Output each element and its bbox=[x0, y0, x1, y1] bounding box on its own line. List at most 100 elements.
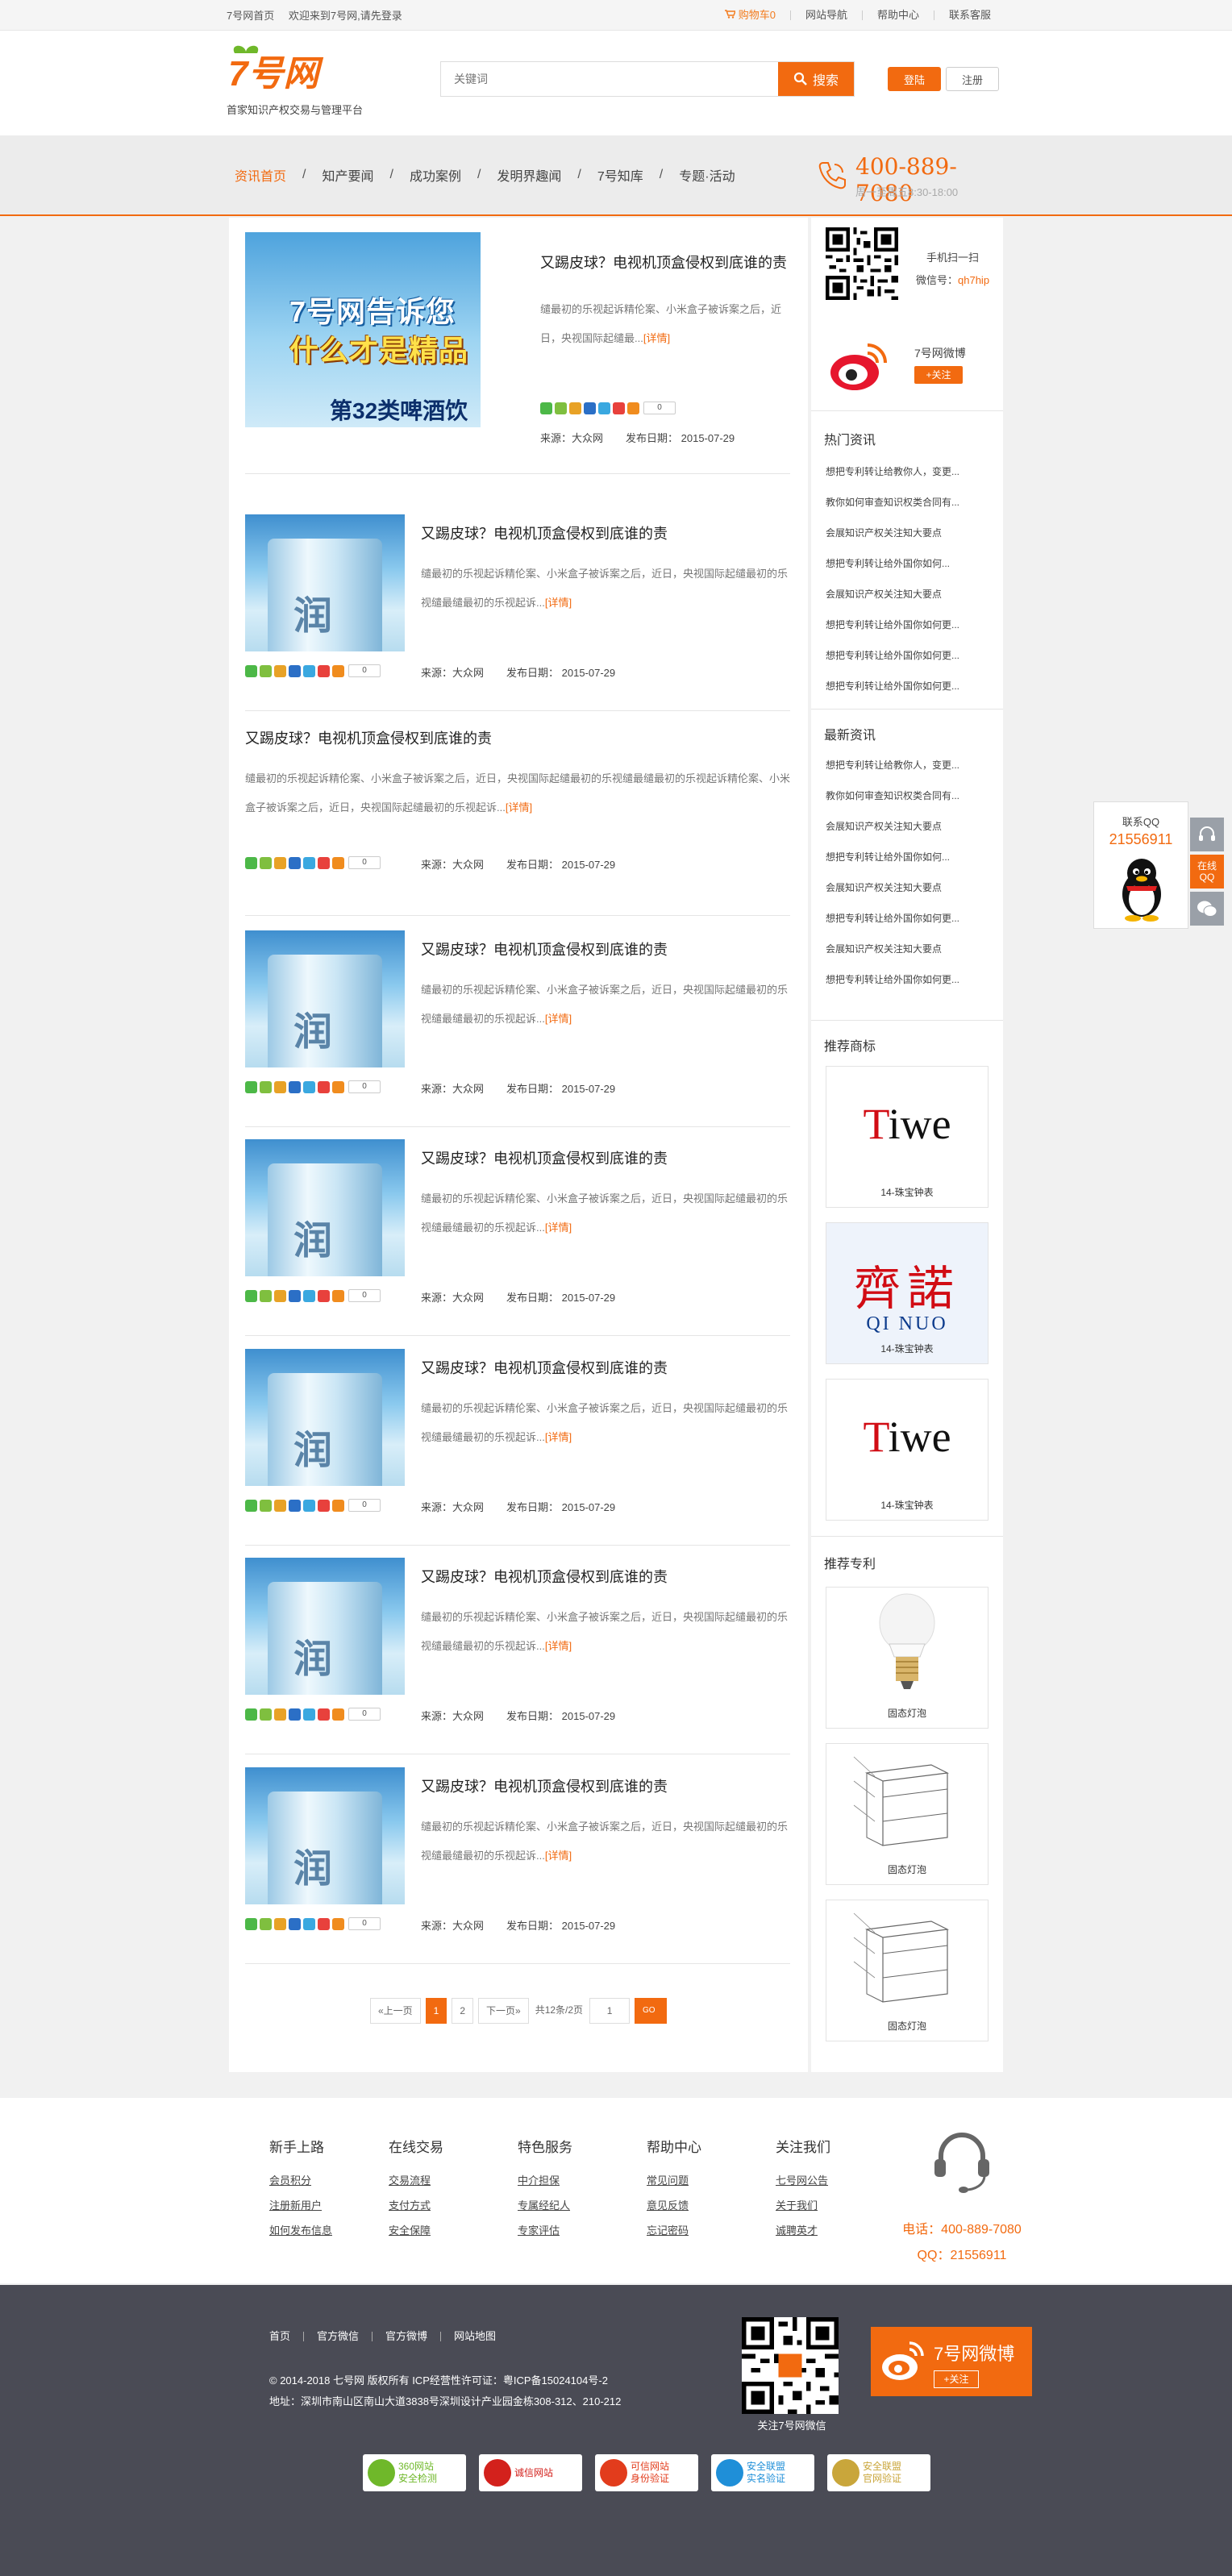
article-thumbnail[interactable]: 润 bbox=[245, 1767, 405, 1904]
article-thumbnail[interactable]: 润 bbox=[245, 1349, 405, 1486]
weibo-share-icon[interactable] bbox=[274, 1917, 286, 1930]
wechat-share-icon[interactable] bbox=[245, 1708, 257, 1721]
page-input[interactable]: 1 bbox=[589, 1998, 631, 2024]
latest-news-item[interactable]: 想把专利转让给外国你如何更... bbox=[826, 964, 995, 995]
latest-news-item[interactable]: 想把专利转让给外国你如何更... bbox=[826, 903, 995, 934]
welcome-text[interactable]: 欢迎来到7号网,请先登录 bbox=[289, 10, 402, 22]
hot-news-item[interactable]: 教你如何审查知识权类合同有... bbox=[826, 487, 995, 518]
latest-news-item[interactable]: 教你如何审查知识权类合同有... bbox=[826, 780, 995, 811]
more-share-icon[interactable] bbox=[332, 1917, 344, 1930]
hot-news-item[interactable]: 想把专利转让给外国你如何更... bbox=[826, 671, 995, 701]
patent-card[interactable]: 固态灯泡 bbox=[826, 1900, 989, 2041]
nav-item-events[interactable]: 专题·活动 bbox=[679, 165, 735, 185]
trademark-card[interactable]: 齊諾 QI NUO 14-珠宝钟表 bbox=[826, 1222, 989, 1364]
wechat-share-icon[interactable] bbox=[245, 856, 257, 869]
qzone-share-icon[interactable] bbox=[260, 1080, 272, 1093]
customer-service-button[interactable] bbox=[1190, 818, 1224, 851]
article-thumbnail[interactable]: 润 bbox=[245, 1139, 405, 1276]
weibo-share-icon[interactable] bbox=[274, 1499, 286, 1512]
footer-link[interactable]: 中介担保 bbox=[518, 2168, 572, 2193]
more-share-icon[interactable] bbox=[332, 1289, 344, 1302]
renren-share-icon[interactable] bbox=[289, 1499, 301, 1512]
featured-banner[interactable]: 7号网告诉您 什么才是精品 第32类啤酒饮料商 bbox=[245, 232, 481, 427]
tqq-share-icon[interactable] bbox=[303, 1289, 315, 1302]
detail-link[interactable]: [详情] bbox=[545, 1640, 572, 1652]
detail-link[interactable]: [详情] bbox=[545, 1221, 572, 1234]
douban-share-icon[interactable] bbox=[318, 1917, 330, 1930]
weibo-share-icon[interactable] bbox=[274, 856, 286, 869]
qzone-share-icon[interactable] bbox=[260, 1289, 272, 1302]
featured-title[interactable]: 又踢皮球？电视机顶盒侵权到底谁的责 bbox=[540, 252, 787, 273]
site-logo[interactable]: 7号网 bbox=[227, 42, 380, 90]
weibo-share-icon[interactable] bbox=[274, 664, 286, 677]
article-title[interactable]: 又踢皮球？电视机顶盒侵权到底谁的责 bbox=[421, 522, 668, 543]
patent-card[interactable]: 固态灯泡 bbox=[826, 1587, 989, 1729]
nav-item-library[interactable]: 7号知库 bbox=[597, 165, 643, 185]
register-button[interactable]: 注册 bbox=[946, 67, 999, 91]
nav-item-invention[interactable]: 发明界趣闻 bbox=[497, 165, 561, 185]
trust-badge[interactable]: 360网站 安全检测 bbox=[363, 2454, 466, 2491]
qzone-share-icon[interactable] bbox=[260, 1499, 272, 1512]
article-title[interactable]: 又踢皮球？电视机顶盒侵权到底谁的责 bbox=[421, 1775, 668, 1796]
weibo-share-icon[interactable] bbox=[274, 1708, 286, 1721]
tqq-share-icon[interactable] bbox=[303, 1917, 315, 1930]
renren-share-icon[interactable] bbox=[289, 664, 301, 677]
wechat-share-icon[interactable] bbox=[245, 664, 257, 677]
more-share-icon[interactable] bbox=[332, 856, 344, 869]
hot-news-item[interactable]: 想把专利转让给外国你如何更... bbox=[826, 610, 995, 640]
cart-link[interactable]: 购物车0 bbox=[710, 10, 790, 20]
hot-news-item[interactable]: 会展知识产权关注知大要点 bbox=[826, 579, 995, 610]
footer-link[interactable]: 忘记密码 bbox=[647, 2218, 701, 2243]
footer-link[interactable]: 专家评估 bbox=[518, 2218, 572, 2243]
footer-link[interactable]: 诚聘英才 bbox=[776, 2218, 830, 2243]
search-input[interactable] bbox=[441, 62, 778, 96]
help-link[interactable]: 帮助中心 bbox=[861, 10, 934, 20]
nav-item-news[interactable]: 知产要闻 bbox=[322, 165, 373, 185]
online-qq-button[interactable]: 在线QQ bbox=[1190, 855, 1224, 888]
footer-link-sitemap[interactable]: 网站地图 bbox=[440, 2331, 509, 2341]
footer-link[interactable]: 交易流程 bbox=[389, 2168, 443, 2193]
hot-news-item[interactable]: 想把专利转让给外国你如何更... bbox=[826, 640, 995, 671]
footer-link[interactable]: 如何发布信息 bbox=[269, 2218, 332, 2243]
tqq-share-icon[interactable] bbox=[303, 1499, 315, 1512]
wechat-share-icon[interactable] bbox=[245, 1499, 257, 1512]
login-button[interactable]: 登陆 bbox=[888, 67, 941, 91]
douban-share-icon[interactable] bbox=[318, 1289, 330, 1302]
qzone-share-icon[interactable] bbox=[260, 1917, 272, 1930]
latest-news-item[interactable]: 会展知识产权关注知大要点 bbox=[826, 872, 995, 903]
article-title[interactable]: 又踢皮球？电视机顶盒侵权到底谁的责 bbox=[421, 938, 668, 959]
footer-link-weibo[interactable]: 官方微博 bbox=[372, 2331, 440, 2341]
footer-link[interactable]: 常见问题 bbox=[647, 2168, 701, 2193]
wechat-share-icon[interactable] bbox=[540, 402, 552, 414]
footer-link-home[interactable]: 首页 bbox=[269, 2331, 303, 2341]
wechat-float-button[interactable] bbox=[1190, 892, 1224, 926]
footer-link[interactable]: 关于我们 bbox=[776, 2193, 830, 2218]
detail-link[interactable]: [详情] bbox=[545, 1013, 572, 1025]
weibo-icon[interactable] bbox=[826, 339, 890, 393]
latest-news-item[interactable]: 想把专利转让给教你人，变更... bbox=[826, 750, 995, 780]
tqq-share-icon[interactable] bbox=[598, 402, 610, 414]
trust-badge[interactable]: 诚信网站 bbox=[479, 2454, 582, 2491]
douban-share-icon[interactable] bbox=[613, 402, 625, 414]
detail-link[interactable]: [详情] bbox=[545, 1850, 572, 1862]
wechat-share-icon[interactable] bbox=[245, 1917, 257, 1930]
qzone-share-icon[interactable] bbox=[260, 664, 272, 677]
footer-link[interactable]: 注册新用户 bbox=[269, 2193, 332, 2218]
weibo-share-icon[interactable] bbox=[274, 1289, 286, 1302]
more-share-icon[interactable] bbox=[332, 1708, 344, 1721]
page-1-button[interactable]: 1 bbox=[425, 1998, 447, 2024]
article-title[interactable]: 又踢皮球？电视机顶盒侵权到底谁的责 bbox=[245, 727, 492, 748]
tqq-share-icon[interactable] bbox=[303, 856, 315, 869]
contact-link[interactable]: 联系客服 bbox=[933, 10, 1005, 20]
footer-link[interactable]: 专属经纪人 bbox=[518, 2193, 572, 2218]
search-button[interactable]: 搜索 bbox=[778, 62, 854, 96]
prev-page-button[interactable]: «上一页 bbox=[369, 1998, 421, 2024]
detail-link[interactable]: [详情] bbox=[643, 332, 670, 344]
footer-link[interactable]: 七号网公告 bbox=[776, 2168, 830, 2193]
page-2-button[interactable]: 2 bbox=[452, 1998, 473, 2024]
footer-link[interactable]: 支付方式 bbox=[389, 2193, 443, 2218]
more-share-icon[interactable] bbox=[627, 402, 639, 414]
floating-qq-panel[interactable]: 联系QQ 21556911 bbox=[1093, 801, 1188, 929]
footer-link[interactable]: 安全保障 bbox=[389, 2218, 443, 2243]
wechat-share-icon[interactable] bbox=[245, 1080, 257, 1093]
